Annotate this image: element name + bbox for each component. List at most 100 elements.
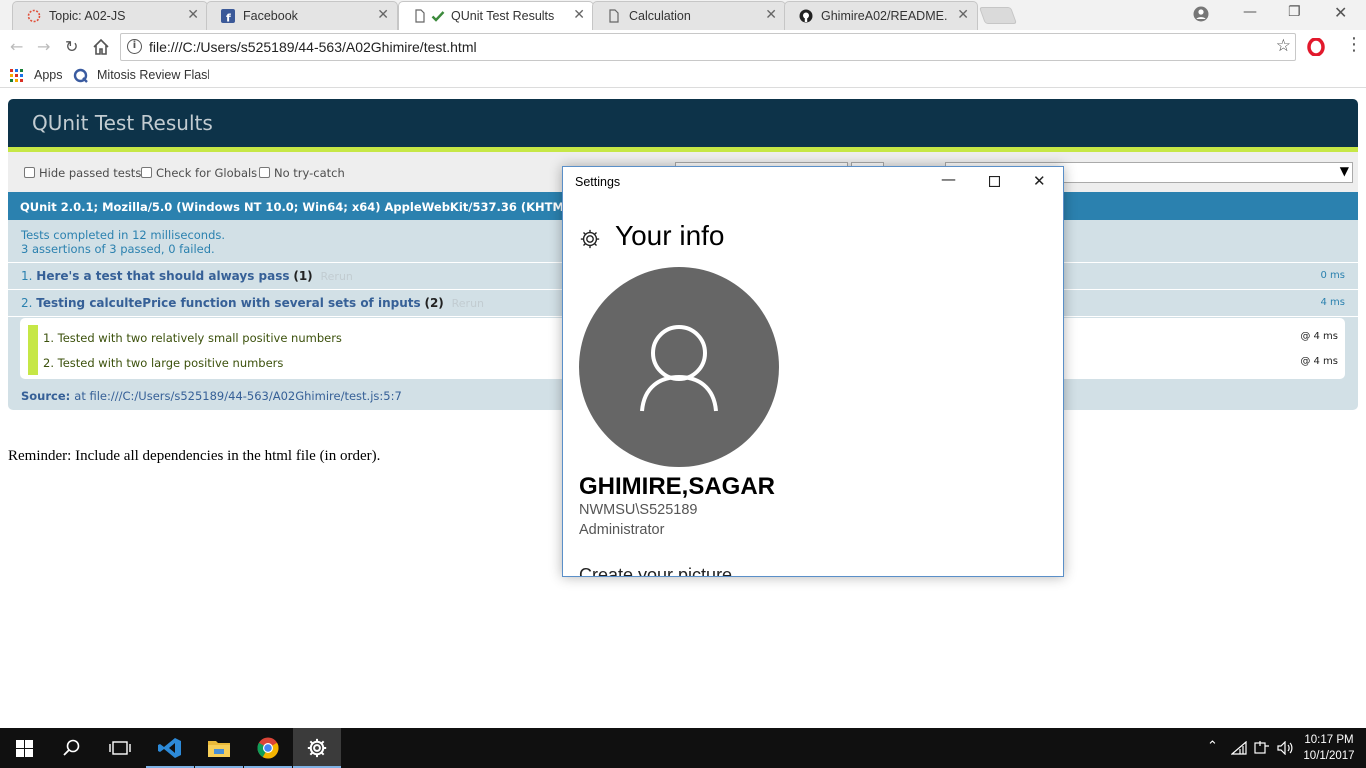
tab-facebook[interactable]: f Facebook ✕ — [206, 1, 398, 30]
minimize-icon[interactable]: — — [941, 170, 956, 188]
hide-passed-checkbox[interactable]: Hide passed tests — [24, 166, 141, 180]
document-icon — [415, 9, 425, 23]
opera-extension-icon[interactable] — [1307, 38, 1325, 56]
rerun-link[interactable]: Rerun — [452, 297, 484, 310]
vscode-icon — [158, 738, 181, 758]
chrome-icon — [257, 737, 279, 759]
close-tab-icon[interactable]: ✕ — [377, 7, 389, 23]
browser-toolbar: ← → ↻ i file:///C:/Users/s525189/44-563/… — [0, 30, 1366, 64]
maximize-icon[interactable] — [989, 176, 1000, 187]
info-icon[interactable]: i — [127, 39, 142, 54]
dropdown-arrow-icon: ▼ — [1339, 164, 1349, 178]
volume-icon[interactable] — [1277, 741, 1293, 755]
checkmark-icon — [431, 11, 445, 22]
start-button[interactable] — [0, 728, 48, 768]
address-bar[interactable]: i file:///C:/Users/s525189/44-563/A02Ghi… — [120, 33, 1296, 61]
qunit-header: QUnit Test Results — [8, 99, 1358, 147]
test-number: 2. — [21, 296, 33, 310]
tab-title: Calculation — [629, 9, 691, 23]
taskbar-vscode[interactable] — [146, 728, 194, 768]
task-view-icon — [109, 741, 131, 755]
network-icon[interactable] — [1231, 741, 1247, 755]
bookmark-mitosis-review[interactable]: Mitosis Review Flashc — [97, 68, 209, 82]
assertion-text: 2. Tested with two large positive number… — [43, 356, 284, 370]
test-number: 1. — [21, 269, 33, 283]
browser-tab-strip: Topic: A02-JS ✕ f Facebook ✕ QUnit Test … — [0, 0, 1366, 31]
close-tab-icon[interactable]: ✕ — [573, 7, 585, 23]
search-icon — [63, 739, 80, 756]
github-icon — [799, 9, 813, 23]
back-arrow-icon[interactable]: ← — [10, 37, 23, 56]
rerun-link[interactable]: Rerun — [321, 270, 353, 283]
close-tab-icon[interactable]: ✕ — [957, 7, 969, 23]
document-icon — [609, 9, 619, 23]
assertion-text: 1. Tested with two relatively small posi… — [43, 331, 342, 345]
taskbar: ⌃ 10:17 PM 10/1/2017 — [0, 728, 1366, 768]
taskbar-clock[interactable]: 10:17 PM 10/1/2017 — [1300, 732, 1358, 764]
taskbar-chrome[interactable] — [244, 728, 292, 768]
user-icon — [640, 325, 718, 412]
avatar — [579, 267, 779, 467]
url-text[interactable]: file:///C:/Users/s525189/44-563/A02Ghimi… — [149, 39, 477, 55]
no-try-catch-checkbox[interactable]: No try-catch — [259, 166, 345, 180]
tab-qunit-test-results[interactable]: QUnit Test Results ✕ — [398, 1, 594, 31]
menu-kebab-icon[interactable]: ⋮ — [1345, 34, 1363, 55]
user-domain: NWMSU\S525189 — [579, 502, 698, 518]
tab-title: Facebook — [243, 9, 298, 23]
bookmark-apps[interactable]: Apps — [34, 68, 63, 82]
source-label: Source: — [21, 389, 71, 403]
user-name: GHIMIRE,SAGAR — [579, 473, 776, 500]
task-view-button[interactable] — [96, 728, 144, 768]
restore-icon[interactable]: ❐ — [1288, 4, 1301, 20]
assertion-time: @ 4 ms — [1300, 356, 1338, 367]
window-title: Settings — [575, 175, 621, 189]
settings-heading: Your info — [615, 220, 725, 251]
tab-title: Topic: A02-JS — [49, 9, 126, 23]
chevron-up-icon[interactable]: ⌃ — [1207, 739, 1218, 754]
create-picture-heading: Create your picture — [579, 565, 733, 577]
test-time: 0 ms — [1320, 270, 1346, 281]
quizlet-icon — [73, 68, 88, 83]
close-tab-icon[interactable]: ✕ — [765, 7, 777, 23]
svg-text:f: f — [226, 12, 231, 24]
windows-logo-icon — [16, 740, 33, 757]
page-title[interactable]: QUnit Test Results — [32, 111, 213, 135]
settings-window[interactable]: Settings — ✕ Your info GHIMIRE,SAGAR NWM… — [562, 166, 1064, 577]
home-icon[interactable] — [92, 38, 110, 56]
tab-title: QUnit Test Results — [451, 9, 555, 23]
test-name[interactable]: Here's a test that should always pass — [36, 269, 289, 283]
facebook-icon: f — [221, 9, 235, 23]
taskbar-settings[interactable] — [293, 728, 341, 768]
tab-calculation[interactable]: Calculation ✕ — [592, 1, 786, 30]
clock-time: 10:17 PM — [1304, 734, 1354, 746]
clock-date: 10/1/2017 — [1303, 750, 1355, 762]
test-count: (2) — [424, 296, 444, 310]
battery-icon[interactable] — [1254, 740, 1270, 756]
user-role: Administrator — [579, 522, 665, 538]
minimize-icon[interactable]: — — [1243, 4, 1257, 20]
reload-icon[interactable]: ↻ — [65, 37, 78, 56]
test-time: 4 ms — [1320, 297, 1346, 308]
check-globals-checkbox[interactable]: Check for Globals — [141, 166, 257, 180]
assertion-time: @ 4 ms — [1300, 331, 1338, 342]
close-tab-icon[interactable]: ✕ — [187, 7, 199, 23]
test-name[interactable]: Testing calcultePrice function with seve… — [36, 296, 420, 310]
reminder-text: Reminder: Include all dependencies in th… — [8, 448, 381, 464]
folder-icon — [208, 741, 230, 757]
test-count: (1) — [293, 269, 313, 283]
source-value: at file:///C:/Users/s525189/44-563/A02Gh… — [74, 389, 402, 403]
new-tab-button[interactable] — [978, 7, 1018, 24]
search-button[interactable] — [48, 728, 96, 768]
bookmarks-bar: Apps Mitosis Review Flashc — [0, 64, 1366, 88]
gear-icon — [580, 229, 600, 249]
tab-github-readme[interactable]: GhimireA02/README.md ✕ — [784, 1, 978, 30]
forward-arrow-icon[interactable]: → — [37, 37, 50, 56]
close-window-icon[interactable]: ✕ — [1334, 3, 1347, 22]
profile-icon[interactable] — [1193, 6, 1209, 22]
taskbar-file-explorer[interactable] — [195, 728, 243, 768]
close-icon[interactable]: ✕ — [1033, 172, 1046, 190]
loading-spinner-icon — [27, 9, 41, 23]
bookmark-star-icon[interactable]: ☆ — [1276, 36, 1291, 56]
gear-icon — [307, 738, 327, 758]
tab-topic-a02-js[interactable]: Topic: A02-JS ✕ — [12, 1, 208, 30]
